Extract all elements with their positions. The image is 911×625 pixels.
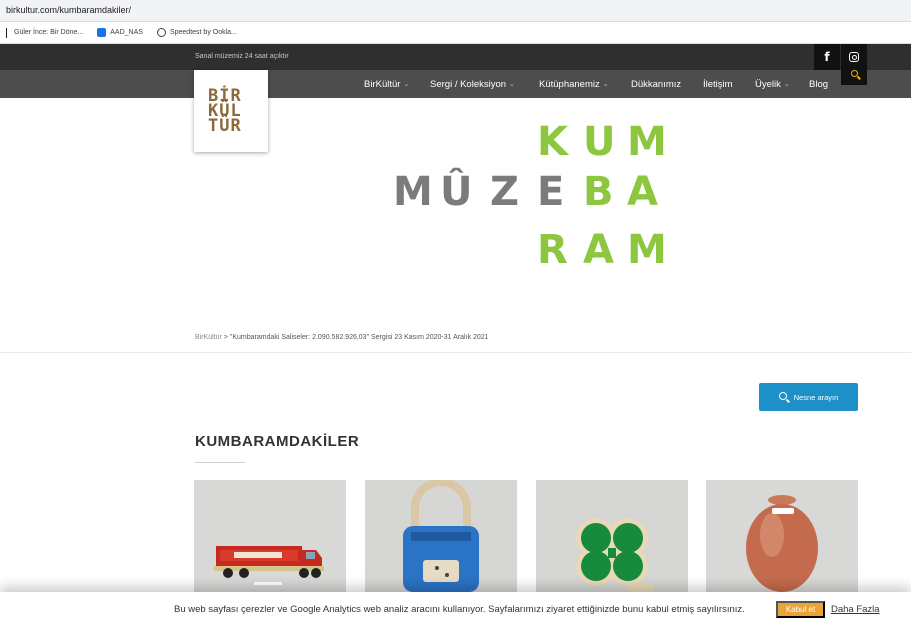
- nav-item-kutuphanemiz[interactable]: Kütüphanemiz ⌄: [539, 70, 609, 98]
- nav-item-iletisim[interactable]: İletişim: [703, 70, 733, 98]
- bookmark-label: Güler İnce: Bir Döne...: [14, 29, 84, 36]
- hero-letter: M: [627, 227, 667, 273]
- main-navigation: BirKültür ⌄ Sergi / Koleksiyon ⌄ Kütüphane…: [0, 70, 911, 98]
- hero-letter: Û: [440, 169, 473, 215]
- bookmark-item[interactable]: Güler İnce: Bir Döne...: [6, 27, 84, 38]
- nav-item-dukkanimiz[interactable]: Dükkanımız: [631, 70, 681, 98]
- cookie-accept-button[interactable]: Kabul et: [776, 601, 825, 618]
- hero-letter: B: [583, 169, 614, 215]
- collection-item-toy-truck[interactable]: [194, 480, 346, 592]
- hero-letter: M: [393, 169, 433, 215]
- collection-item-clover-bank[interactable]: [536, 480, 688, 592]
- chevron-down-icon: ⌄: [403, 81, 410, 88]
- nav-label: Blog: [809, 78, 829, 90]
- hero-letter: A: [583, 227, 614, 273]
- collection-item-padlock-bank[interactable]: [365, 480, 517, 592]
- collection-item-clay-pot-bank[interactable]: [706, 480, 858, 592]
- hero-letter: Z: [490, 169, 520, 215]
- bookmark-item[interactable]: Speedtest by Ookla...: [156, 28, 237, 37]
- top-bar: Sanal müzemiz 24 saat açıktır f: [0, 44, 911, 70]
- hero-letter: R: [537, 227, 568, 273]
- hero-letter: M: [627, 119, 667, 165]
- search-objects-label: Nesne arayın: [793, 392, 839, 402]
- nav-label: İletişim: [703, 78, 733, 90]
- nav-item-uyelik[interactable]: Üyelik ⌄: [755, 70, 790, 98]
- search-objects-button[interactable]: Nesne arayın: [759, 383, 858, 411]
- breadcrumb-home-link[interactable]: BirKültür: [195, 334, 222, 341]
- bookmarks-bar: Güler İnce: Bir Döne... AAD_NAS Speedtes…: [0, 22, 911, 44]
- url-text[interactable]: birkultur.com/kumbaramdakiler/: [6, 5, 131, 15]
- nav-label: Dükkanımız: [631, 78, 682, 90]
- logo-wordmark: BİR KÜL TÜR: [208, 85, 242, 136]
- clay-pot-bank-image: [706, 480, 858, 592]
- hero-letter: E: [537, 169, 565, 215]
- chevron-down-icon: ⌄: [783, 81, 790, 88]
- facebook-icon[interactable]: f: [814, 44, 840, 70]
- section-title-underline: [195, 462, 245, 463]
- bookmark-label: AAD_NAS: [110, 29, 143, 36]
- browser-url-bar[interactable]: birkultur.com/kumbaramdakiler/: [0, 0, 911, 22]
- tagline: Sanal müzemiz 24 saat açıktır: [195, 53, 289, 60]
- nav-item-birkultur[interactable]: BirKültür ⌄: [364, 70, 409, 98]
- nav-item-sergi-koleksiyon[interactable]: Sergi / Koleksiyon ⌄: [430, 70, 515, 98]
- hero-letter: A: [627, 169, 658, 215]
- bookmark-icon: [6, 27, 7, 38]
- nav-label: Üyelik: [755, 78, 781, 90]
- cookie-message: Bu web sayfası çerezler ve Google Analyt…: [174, 604, 745, 615]
- chevron-down-icon: ⌄: [602, 81, 609, 88]
- search-icon: [778, 392, 787, 400]
- nav-item-blog[interactable]: Blog: [809, 70, 828, 98]
- divider: [0, 352, 911, 353]
- clover-bank-image: [536, 480, 688, 592]
- padlock-bank-image: [365, 480, 517, 592]
- site-search-button[interactable]: [841, 63, 867, 85]
- site-logo[interactable]: BİR KÜL TÜR: [194, 70, 268, 152]
- section-title: KUMBARAMDAKİLER: [195, 433, 360, 450]
- nav-label: Sergi / Koleksiyon: [430, 78, 507, 90]
- bookmark-item[interactable]: AAD_NAS: [97, 28, 143, 37]
- cookie-more-link[interactable]: Daha Fazla: [831, 604, 880, 615]
- breadcrumb-separator: >: [223, 334, 228, 341]
- cookie-banner: Bu web sayfası çerezler ve Google Analyt…: [0, 592, 911, 625]
- nas-icon: [97, 28, 107, 37]
- search-icon: [850, 69, 858, 77]
- hero-letter: U: [583, 119, 616, 165]
- bookmark-label: Speedtest by Ookla...: [169, 29, 237, 36]
- breadcrumb: BirKültür > "Kumbaramdaki Saliseler: 2.0…: [195, 334, 489, 341]
- breadcrumb-current: "Kumbaramdaki Saliseler: 2.090.582.926,0…: [229, 334, 489, 341]
- nav-label: BirKültür: [364, 78, 401, 90]
- speedtest-icon: [156, 28, 166, 37]
- chevron-down-icon: ⌄: [509, 81, 515, 88]
- nav-label: Kütüphanemiz: [539, 78, 600, 90]
- hero-letter: K: [537, 119, 568, 165]
- toy-truck-image: [194, 480, 346, 592]
